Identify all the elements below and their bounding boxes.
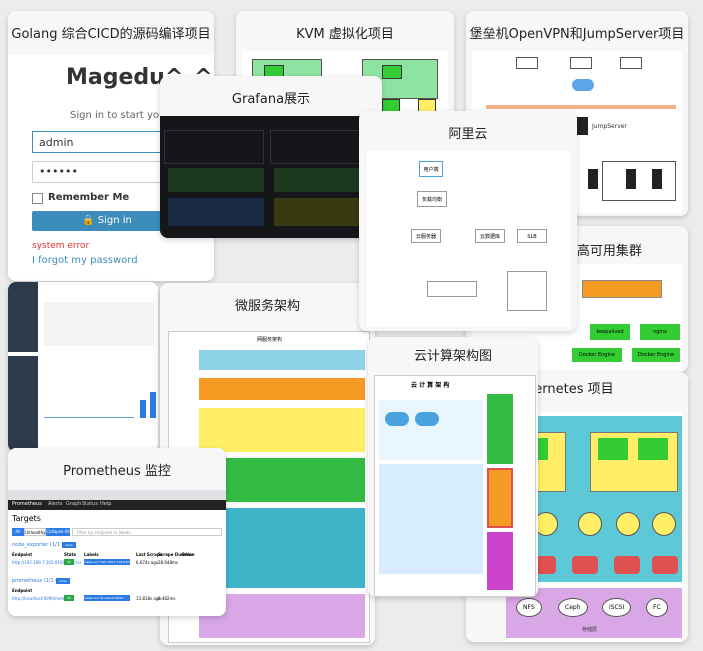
remember-checkbox[interactable] (32, 193, 43, 204)
prometheus-screenshot: Prometheus Alerts Graph Status Help Targ… (8, 490, 226, 616)
aliyun-user: 用户端 (419, 161, 443, 177)
card-title: bernetes 项目 (526, 382, 614, 397)
card-grafana[interactable]: Grafana展示 (160, 76, 382, 238)
card-title: Golang 综合CICD的源码编译项目 (11, 27, 211, 42)
col-endpoint: Endpoint (12, 552, 33, 557)
card-aliyun[interactable]: 阿里云 用户端 负载均衡 云服务器 云数据库 SLB (359, 111, 577, 331)
card-title: KVM 虚拟化项目 (296, 27, 394, 42)
row2-state: UP (64, 595, 74, 601)
pv-label-iscsi: iSCSI (602, 598, 632, 617)
show-less-2[interactable]: show less (56, 578, 70, 589)
row1-dur: 28.648ms (158, 560, 178, 565)
card-title: 微服务架构 (234, 299, 300, 314)
nav-graph[interactable]: Graph (66, 501, 81, 507)
nav-alerts[interactable]: Alerts (48, 501, 63, 507)
ha-label-1: keepalived (590, 324, 630, 340)
col-state: State (64, 552, 77, 557)
card-title: 云计算架构图 (413, 349, 492, 364)
row2-labels: instance="localhost:9090" (84, 595, 130, 601)
password-value: •••••• (39, 165, 78, 178)
aliyun-ecs: 云服务器 (411, 229, 441, 243)
card-cloud[interactable]: 云计算架构图 云 计 算 架 构 (368, 337, 538, 597)
card-title: 堡垒机OpenVPN和JumpServer项目 (469, 27, 685, 42)
aliyun-rds: 云数据库 (475, 229, 505, 243)
username-value: admin (39, 136, 74, 149)
pv-label-nfs: NFS (516, 598, 542, 617)
remember-label: Remember Me (48, 192, 130, 203)
ha-label-2: nginx (640, 324, 680, 340)
target-filter-input[interactable]: Filter by endpoint or labels (72, 528, 222, 536)
card-dashboard[interactable] (8, 282, 158, 452)
nav-status[interactable]: Status (82, 501, 98, 507)
card-title: Grafana展示 (231, 92, 311, 107)
row2-endpoint[interactable]: http://localhost:9090/metrics (12, 596, 70, 601)
aliyun-slb: 负载均衡 (417, 191, 447, 207)
show-less-1[interactable]: show less (62, 542, 76, 553)
micro-diagram-title: 网服务架构 (257, 337, 283, 343)
forgot-password-link[interactable]: I forgot my password (32, 255, 138, 266)
row2-dur: 8.482ms (158, 596, 176, 601)
nav-help[interactable]: Help (100, 501, 111, 507)
ha-label-3: Docker Engine (572, 348, 622, 362)
filter-all[interactable]: All (12, 528, 24, 536)
jumpserver-label: JumpServer (592, 123, 627, 130)
aliyun-diagram: 用户端 负载均衡 云服务器 云数据库 SLB (367, 151, 571, 327)
col-endpoint-2: Endpoint (12, 588, 33, 593)
row1-state: UP (64, 559, 74, 565)
col-error: Error (182, 552, 194, 557)
aliyun-slb2: SLB (517, 229, 547, 243)
login-error: system error (32, 241, 90, 251)
signin-label: Sign in (97, 215, 132, 226)
filter-collapse[interactable]: Collapse All (46, 528, 70, 536)
cloud-diagram-title: 云 计 算 架 构 (411, 382, 450, 389)
targets-heading: Targets (12, 514, 41, 523)
lock-icon: 🔒 (82, 215, 95, 226)
grafana-screenshot (160, 116, 382, 238)
storage-layer-label: 存储层 (582, 627, 598, 633)
card-title: 阿里云 (448, 127, 488, 142)
browser-bar (8, 490, 226, 500)
pv-label-fc: FC (646, 598, 668, 617)
card-title: Prometheus 监控 (63, 464, 171, 479)
prometheus-navbar: Prometheus Alerts Graph Status Help (8, 500, 226, 510)
cloud-diagram: 云 计 算 架 构 (374, 375, 536, 597)
row1-last: 6.674s ago (136, 560, 159, 565)
prometheus-brand[interactable]: Prometheus (12, 501, 42, 507)
card-prometheus[interactable]: Prometheus 监控 Prometheus Alerts Graph St… (8, 448, 226, 616)
col-labels: Labels (84, 552, 99, 557)
row1-labels: instance="192.168.7.102:9100" (84, 559, 130, 565)
pv-label-ceph: Ceph (558, 598, 588, 617)
filter-unhealthy[interactable]: Unhealthy (24, 528, 46, 536)
ha-label-4: Docker Engine (632, 348, 680, 362)
card-title: s 高可用集群 (566, 244, 642, 259)
